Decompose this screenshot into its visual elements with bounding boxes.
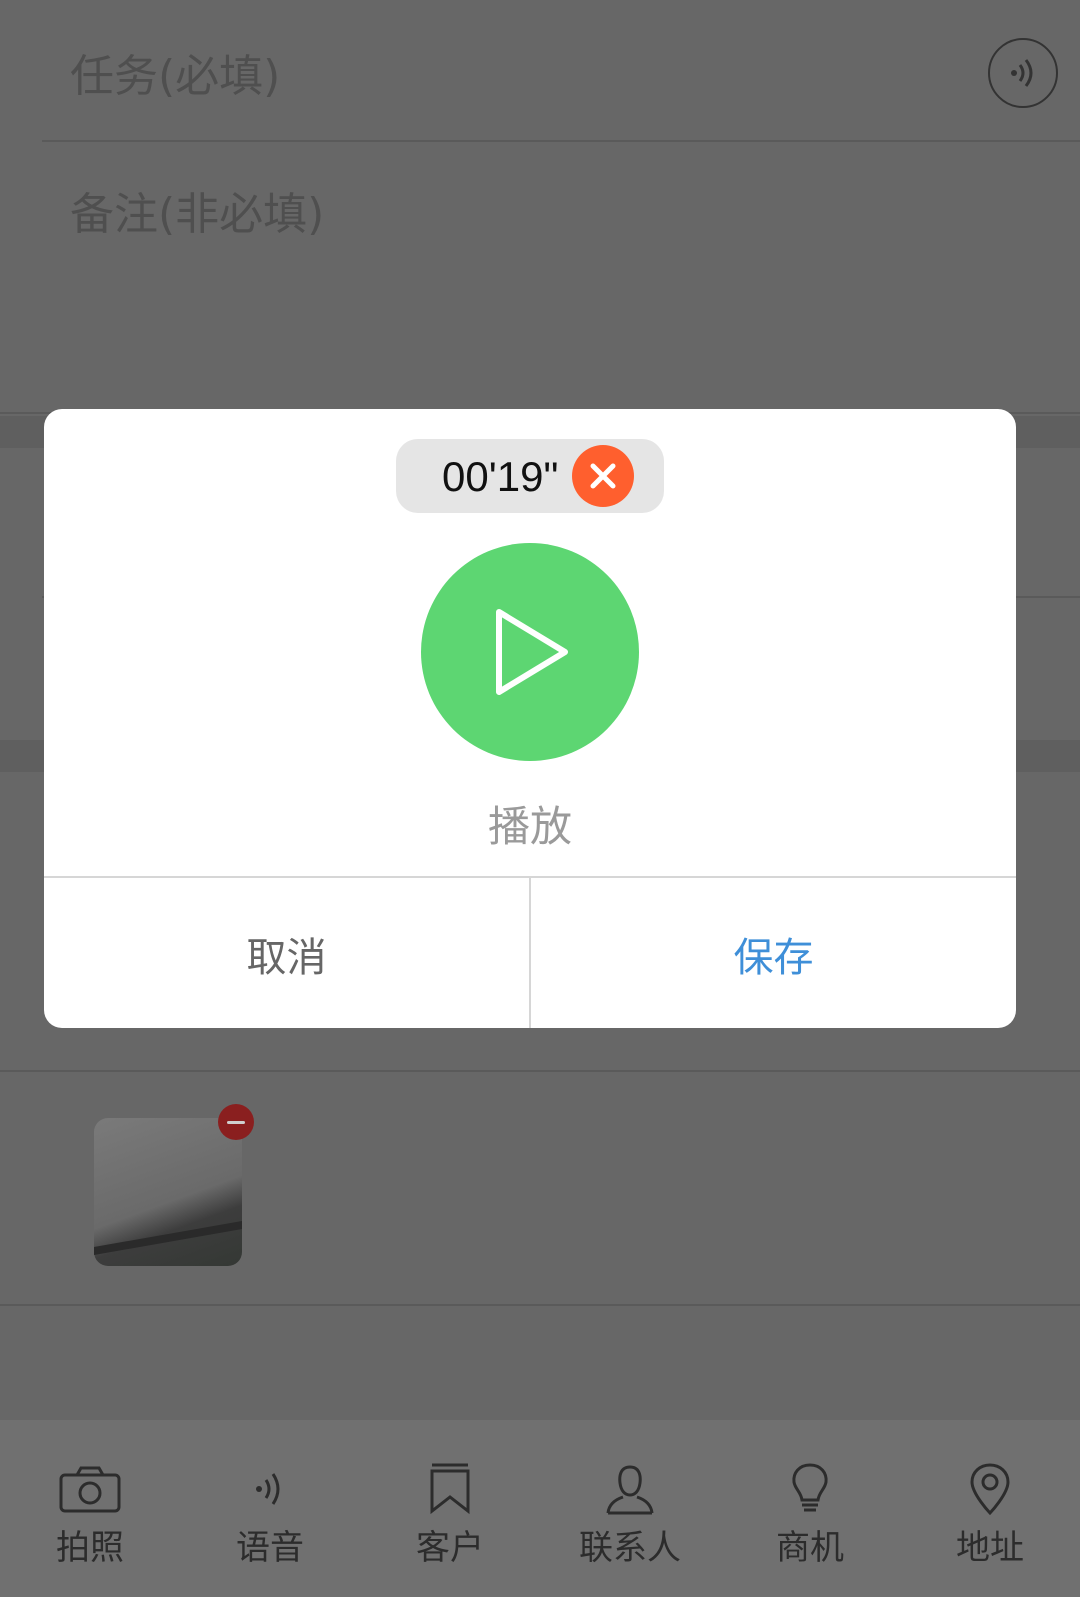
photo-section [0,1070,1080,1306]
voice-input-button[interactable] [988,38,1058,108]
tab-label: 语音 [236,1528,304,1568]
dialog-actions: 取消 保存 [44,876,1016,1028]
tab-label: 拍照 [56,1528,124,1568]
tab-label: 客户 [416,1528,484,1568]
tab-label: 地址 [956,1528,1024,1568]
tab-label: 商机 [776,1528,844,1568]
task-field[interactable]: 任务(必填) [42,0,1080,142]
recording-duration: 00'19" [442,453,559,500]
recording-duration-pill: 00'19" [396,439,664,513]
play-button[interactable] [421,543,639,761]
tab-photo[interactable]: 拍照 [0,1420,180,1597]
play-icon [496,609,568,695]
person-icon [606,1465,654,1515]
voice-icon [1011,59,1033,87]
note-placeholder: 备注(非必填) [70,189,325,240]
voice-icon [256,1473,280,1505]
photo-thumbnail[interactable] [94,1118,242,1266]
close-icon [590,463,616,489]
save-button[interactable]: 保存 [531,878,1016,1028]
bookmark-icon [430,1463,470,1515]
location-pin-icon [970,1463,1010,1516]
cancel-button[interactable]: 取消 [44,878,531,1028]
lightbulb-icon [792,1463,828,1512]
tab-contact[interactable]: 联系人 [540,1420,720,1597]
delete-recording-button[interactable] [572,445,634,507]
note-field[interactable]: 备注(非必填) [0,142,1080,414]
tab-label: 联系人 [579,1528,681,1568]
tab-address[interactable]: 地址 [900,1420,1080,1597]
play-label: 播放 [487,802,572,851]
tab-opportunity[interactable]: 商机 [720,1420,900,1597]
remove-photo-button[interactable] [218,1104,254,1140]
bottom-toolbar: 拍照 语音 客户 联系人 商机 地址 [0,1420,1080,1597]
task-placeholder: 任务(必填) [70,51,281,102]
camera-icon [59,1466,121,1513]
thumbnail-detail [94,1220,242,1256]
tab-voice[interactable]: 语音 [180,1420,360,1597]
voice-recording-dialog: 00'19" 播放 取消 保存 [44,409,1016,1028]
tab-customer[interactable]: 客户 [360,1420,540,1597]
